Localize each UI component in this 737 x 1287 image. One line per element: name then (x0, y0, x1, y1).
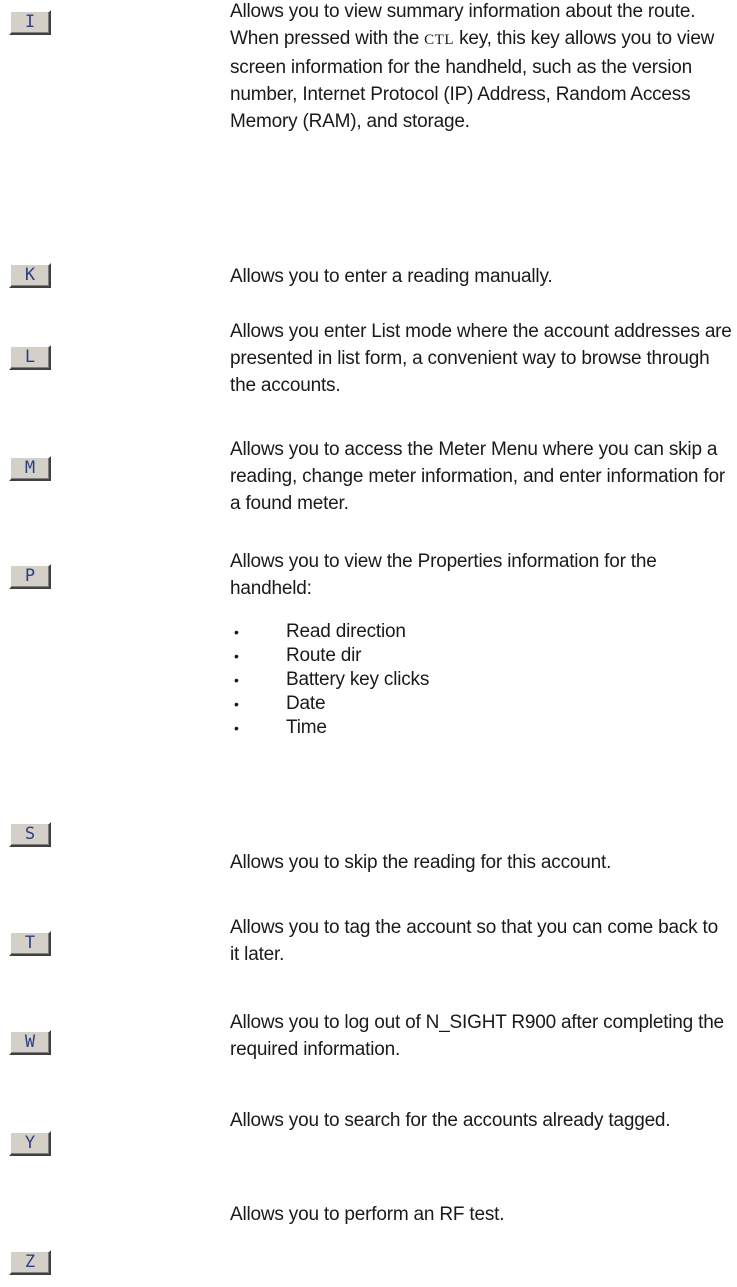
key-i-button[interactable]: I (9, 10, 51, 35)
list-item: • Date (234, 693, 326, 714)
key-m-button[interactable]: M (9, 456, 51, 481)
key-k-description: Allows you to enter a reading manually. (230, 266, 553, 287)
key-i-description: Allows you to view summary information a… (230, 0, 732, 135)
key-t-button[interactable]: T (9, 931, 51, 956)
list-item: • Read direction (234, 621, 406, 642)
bullet-glyph: • (234, 648, 239, 664)
key-z-button[interactable]: Z (9, 1250, 51, 1275)
properties-list: • Read direction • Route dir • Battery key … (230, 620, 732, 740)
ctl-key-label: CTL (424, 32, 454, 48)
key-p-description: Allows you to view the Properties inform… (230, 548, 732, 740)
key-t-description: Allows you to tag the account so that yo… (230, 917, 718, 965)
list-item: • Battery key clicks (234, 669, 430, 690)
key-k-button[interactable]: K (9, 263, 51, 288)
list-item: • Time (234, 717, 327, 738)
key-z-description: Allows you to perform an RF test. (230, 1204, 505, 1225)
key-p-text: Allows you to view the Properties inform… (230, 551, 657, 599)
key-w-button[interactable]: W (9, 1030, 51, 1055)
list-item: • Route dir (234, 645, 362, 666)
key-y-description: Allows you to search for the accounts al… (230, 1110, 671, 1131)
bullet-glyph: • (234, 672, 239, 688)
key-y-button[interactable]: Y (9, 1131, 51, 1156)
key-m-description: Allows you to access the Meter Menu wher… (230, 439, 725, 514)
key-s-description: Allows you to skip the reading for this … (230, 852, 612, 873)
key-p-button[interactable]: P (9, 564, 51, 589)
key-l-button[interactable]: L (9, 345, 51, 370)
bullet-glyph: • (234, 720, 239, 736)
key-l-description: Allows you enter List mode where the acc… (230, 321, 732, 396)
bullet-glyph: • (234, 696, 239, 712)
bullet-glyph: • (234, 624, 239, 640)
key-s-button[interactable]: S (9, 822, 51, 847)
key-w-description: Allows you to log out of N_SIGHT R900 af… (230, 1012, 724, 1060)
